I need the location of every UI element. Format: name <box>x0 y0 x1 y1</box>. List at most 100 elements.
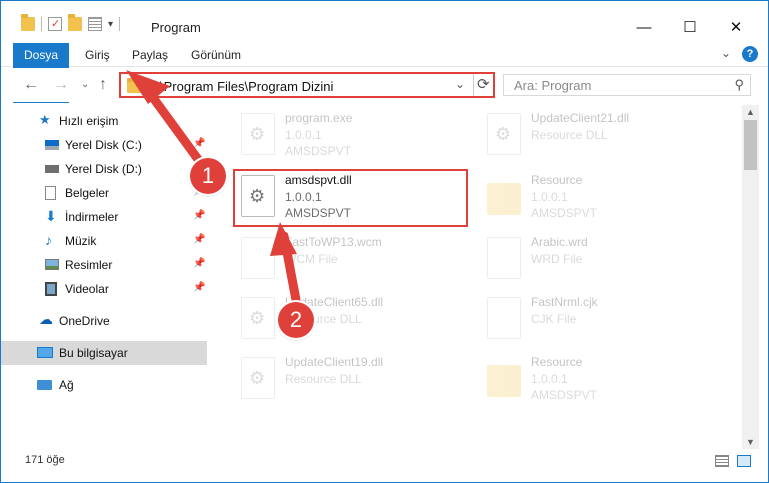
sidebar-item-label: Resimler <box>65 258 113 272</box>
sidebar-item-pictures[interactable]: Resimler 📌 <box>1 253 207 277</box>
file-item[interactable]: UpdateClient65.dll Resource DLL <box>233 291 473 351</box>
refresh-button[interactable]: ⟳ <box>477 75 490 93</box>
item-count: 171 öğe <box>25 454 65 466</box>
sidebar-item-documents[interactable]: Belgeler 📌 <box>1 181 207 205</box>
sidebar-item-downloads[interactable]: ⬇ İndirmeler 📌 <box>1 205 207 229</box>
forward-button[interactable]: → <box>53 76 69 94</box>
pictures-icon <box>45 259 59 270</box>
ribbon-tabs: Dosya Giriş Paylaş Görünüm ⌄ ? <box>1 43 768 103</box>
file-item[interactable]: FastNrml.cjk CJK File <box>479 291 719 351</box>
file-type: Resource DLL <box>285 372 362 386</box>
file-item[interactable]: program.exe 1.0.0.1 AMSDSPVT <box>233 107 473 167</box>
divider <box>473 74 474 96</box>
sidebar-item-label: Videolar <box>65 282 109 296</box>
computer-icon <box>37 347 53 358</box>
close-button[interactable]: ✕ <box>713 13 759 41</box>
network-icon <box>37 380 52 390</box>
sidebar-item-label: Yerel Disk (D:) <box>65 162 142 176</box>
dll-icon <box>241 357 275 399</box>
details-view-icon[interactable] <box>715 455 729 467</box>
file-item[interactable]: FastToWP13.wcm WCM File <box>233 231 473 291</box>
sidebar-item-onedrive[interactable]: ☁ OneDrive <box>1 309 207 333</box>
title-bar: ✓ ▾ Program — ☐ ✕ <box>1 1 768 41</box>
scroll-up-icon[interactable]: ▲ <box>746 107 755 117</box>
file-list: program.exe 1.0.0.1 AMSDSPVT UpdateClien… <box>209 105 741 445</box>
tab-view[interactable]: Görünüm <box>191 43 241 67</box>
file-type: CJK File <box>531 312 577 326</box>
folder-icon <box>487 365 521 397</box>
scroll-thumb[interactable] <box>744 120 757 170</box>
sidebar-item-videos[interactable]: Videolar 📌 <box>1 277 207 301</box>
search-placeholder: Ara: Program <box>514 78 592 93</box>
sidebar-item-disk-d[interactable]: Yerel Disk (D:) 📌 <box>1 157 207 181</box>
divider <box>119 17 121 31</box>
minimize-button[interactable]: — <box>621 13 667 41</box>
recent-locations-button[interactable]: ⌄ <box>81 79 89 90</box>
file-type: Resource DLL <box>531 128 608 142</box>
address-dropdown-icon[interactable]: ⌄ <box>455 77 465 91</box>
file-name: UpdateClient19.dll <box>285 355 384 369</box>
file-company: AMSDSPVT <box>285 144 352 158</box>
sidebar-item-network[interactable]: Ağ <box>1 373 207 397</box>
sidebar-item-music[interactable]: ♪ Müzik 📌 <box>1 229 207 253</box>
file-item[interactable]: UpdateClient21.dll Resource DLL <box>479 107 719 167</box>
pin-icon[interactable]: 📌 <box>193 258 205 269</box>
pin-icon[interactable]: 📌 <box>193 138 205 149</box>
drive-icon <box>45 165 59 173</box>
file-item[interactable]: UpdateClient19.dll Resource DLL <box>233 351 473 411</box>
sidebar-item-label: OneDrive <box>59 314 110 328</box>
sidebar-item-label: Ağ <box>59 378 74 392</box>
pin-icon[interactable]: 📌 <box>193 234 205 245</box>
tiles-view-icon[interactable] <box>737 455 751 467</box>
download-icon: ⬇ <box>45 208 57 224</box>
new-folder-icon[interactable] <box>68 14 82 31</box>
sidebar-item-quick-access[interactable]: ★ Hızlı erişim <box>1 109 207 133</box>
callout-badge-1: 1 <box>190 158 226 194</box>
search-icon[interactable]: ⚲ <box>734 77 744 93</box>
file-type: WCM File <box>285 252 338 266</box>
tab-share[interactable]: Paylaş <box>132 43 168 67</box>
divider <box>41 17 42 31</box>
customize-toolbar-icon[interactable] <box>88 17 102 31</box>
sidebar-item-label: Yerel Disk (C:) <box>65 138 142 152</box>
navigation-pane: ★ Hızlı erişim Yerel Disk (C:) 📌 Yerel D… <box>1 105 207 445</box>
sidebar-item-label: İndirmeler <box>65 210 119 224</box>
scroll-down-icon[interactable]: ▼ <box>746 437 755 447</box>
pin-icon[interactable]: 📌 <box>193 282 205 293</box>
file-version: 1.0.0.1 <box>531 190 568 204</box>
pin-icon[interactable]: 📌 <box>193 210 205 221</box>
sidebar-item-label: Belgeler <box>65 186 110 200</box>
highlight-box <box>233 169 468 227</box>
file-type: WRD File <box>531 252 583 266</box>
folder-icon <box>487 183 521 215</box>
vertical-scrollbar[interactable]: ▲ ▼ <box>742 105 759 449</box>
sidebar-item-this-pc[interactable]: Bu bilgisayar <box>1 341 207 365</box>
callout-badge-2: 2 <box>278 302 314 338</box>
cloud-icon: ☁ <box>39 311 53 327</box>
chevron-down-icon[interactable]: ▾ <box>108 19 113 30</box>
maximize-button[interactable]: ☐ <box>667 13 713 41</box>
sidebar-item-disk-c[interactable]: Yerel Disk (C:) 📌 <box>1 133 207 157</box>
star-icon: ★ <box>39 112 51 127</box>
folder-item[interactable]: Resource 1.0.0.1 AMSDSPVT <box>479 351 719 411</box>
search-input[interactable]: Ara: Program ⚲ <box>503 74 751 96</box>
tab-home[interactable]: Giriş <box>85 43 110 67</box>
drive-icon <box>45 140 59 150</box>
file-name: Resource <box>531 355 583 369</box>
back-button[interactable]: ← <box>23 76 39 94</box>
folder-item[interactable]: Resource 1.0.0.1 AMSDSPVT <box>479 169 719 229</box>
address-bar[interactable]: C:\Program Files\Program Dizini ⌄ ⟳ <box>119 72 495 98</box>
help-icon[interactable]: ? <box>742 46 758 62</box>
properties-icon[interactable]: ✓ <box>48 17 62 31</box>
file-version: 1.0.0.1 <box>531 372 568 386</box>
sidebar-item-label: Hızlı erişim <box>59 114 119 128</box>
address-path[interactable]: C:\Program Files\Program Dizini <box>147 79 333 94</box>
file-item[interactable]: Arabic.wrd WRD File <box>479 231 719 291</box>
video-icon <box>45 282 57 296</box>
expand-ribbon-icon[interactable]: ⌄ <box>721 46 731 60</box>
file-name: FastToWP13.wcm <box>285 235 382 249</box>
exe-icon <box>241 113 275 155</box>
sidebar-item-label: Bu bilgisayar <box>59 346 128 360</box>
up-button[interactable]: ↑ <box>99 76 107 94</box>
file-version: 1.0.0.1 <box>285 128 322 142</box>
